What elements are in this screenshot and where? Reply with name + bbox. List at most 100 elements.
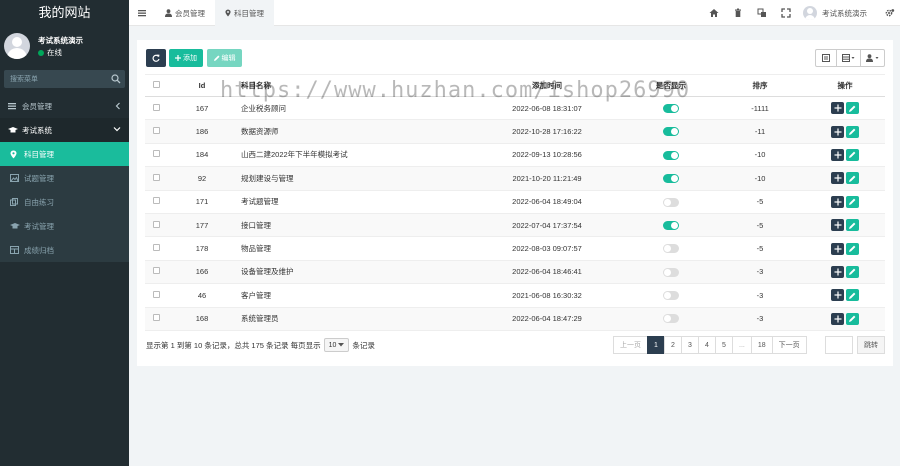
- language-icon[interactable]: [757, 8, 767, 18]
- home-icon[interactable]: [709, 8, 719, 18]
- drag-sort-button[interactable]: [831, 219, 844, 232]
- row-checkbox[interactable]: [152, 220, 160, 228]
- row-edit-button[interactable]: [846, 242, 859, 255]
- tab-subjects[interactable]: 科目管理: [215, 0, 274, 26]
- table-row[interactable]: 171 考试题管理 2022-06-04 18:49:04 -5: [145, 190, 885, 214]
- fullscreen-icon[interactable]: [781, 8, 791, 18]
- drag-sort-button[interactable]: [831, 289, 844, 302]
- row-edit-button[interactable]: [846, 172, 859, 185]
- chevron-left-icon: [115, 102, 120, 110]
- table-row[interactable]: 46 客户管理 2021-06-08 16:30:32 -3: [145, 283, 885, 308]
- show-toggle[interactable]: [663, 244, 679, 254]
- table-row[interactable]: 186 数据资源师 2022-10-28 17:16:22 -11: [145, 119, 885, 144]
- col-sort[interactable]: 排序: [715, 74, 805, 97]
- row-checkbox[interactable]: [152, 197, 160, 205]
- prev-page-button[interactable]: 上一页: [613, 336, 648, 354]
- drag-sort-button[interactable]: [831, 102, 844, 115]
- next-page-button[interactable]: 下一页: [771, 336, 807, 354]
- row-edit-button[interactable]: [846, 289, 859, 302]
- drag-sort-button[interactable]: [831, 125, 844, 138]
- table-row[interactable]: 184 山西二建2022年下半年模拟考试 2022-09-13 10:28:56 -1…: [145, 143, 885, 168]
- show-toggle[interactable]: [663, 197, 679, 207]
- show-toggle[interactable]: [663, 314, 679, 324]
- sidebar-item-practice[interactable]: 自由练习: [0, 190, 129, 214]
- col-show[interactable]: 是否显示: [627, 74, 715, 97]
- table-row[interactable]: 178 物品管理 2022-08-03 09:07:57 -5: [145, 236, 885, 261]
- table-row[interactable]: 177 接口管理 2022-07-04 17:37:54 -5: [145, 213, 885, 238]
- sidebar-search-input[interactable]: [4, 70, 112, 88]
- row-edit-button[interactable]: [846, 265, 859, 278]
- show-toggle[interactable]: [663, 267, 679, 277]
- page-size-select[interactable]: 10: [323, 338, 350, 352]
- arrows-icon: [834, 151, 841, 159]
- page-button[interactable]: 3: [681, 336, 699, 354]
- drag-sort-button[interactable]: [831, 242, 844, 255]
- page-size-value: 10: [328, 341, 337, 349]
- drag-sort-button[interactable]: [831, 195, 844, 208]
- table-row[interactable]: 168 系统管理员 2022-06-04 18:47:29 -3: [145, 307, 885, 331]
- page-button[interactable]: 4: [698, 336, 716, 354]
- gears-icon[interactable]: [885, 8, 895, 18]
- row-edit-button[interactable]: [846, 312, 859, 325]
- page-button[interactable]: 2: [664, 336, 682, 354]
- table-row[interactable]: 166 设备管理及维护 2022-06-04 18:46:41 -3: [145, 260, 885, 285]
- edit-button[interactable]: 编辑: [207, 49, 242, 67]
- cell-name: 系统管理员: [237, 307, 467, 331]
- row-edit-button[interactable]: [846, 219, 859, 232]
- col-id[interactable]: Id: [167, 74, 237, 97]
- hamburger-menu-icon[interactable]: [137, 8, 147, 18]
- jump-page-input[interactable]: [825, 336, 853, 354]
- tab-label: 会员管理: [175, 8, 205, 18]
- show-toggle[interactable]: [663, 103, 679, 113]
- drag-sort-button[interactable]: [831, 172, 844, 185]
- sidebar-item-archive[interactable]: 成绩归档: [0, 238, 129, 262]
- show-toggle[interactable]: [663, 150, 679, 160]
- show-toggle[interactable]: [663, 174, 679, 184]
- tab-members[interactable]: 会员管理: [155, 0, 215, 26]
- row-edit-button[interactable]: [846, 148, 859, 161]
- drag-sort-button[interactable]: [831, 148, 844, 161]
- sidebar-item-questions[interactable]: 试题管理: [0, 166, 129, 190]
- sidebar-item-subjects[interactable]: 科目管理: [0, 142, 129, 166]
- sidebar-item-members[interactable]: 会员管理: [0, 94, 129, 118]
- top-user-menu[interactable]: 考试系统演示: [803, 4, 867, 22]
- trash-icon[interactable]: [733, 8, 743, 18]
- table-tools: [815, 49, 885, 67]
- select-all-checkbox[interactable]: [152, 81, 160, 88]
- show-toggle[interactable]: [663, 291, 679, 301]
- refresh-button[interactable]: [146, 49, 166, 67]
- show-toggle[interactable]: [663, 220, 679, 230]
- jump-button[interactable]: 跳转: [857, 336, 885, 354]
- sidebar-item-exam-system[interactable]: 考试系统: [0, 118, 129, 142]
- row-checkbox[interactable]: [152, 314, 160, 322]
- row-checkbox[interactable]: [152, 173, 160, 181]
- row-checkbox[interactable]: [152, 244, 160, 252]
- row-checkbox[interactable]: [152, 267, 160, 275]
- columns-button[interactable]: [836, 50, 860, 66]
- col-time[interactable]: 添加时间: [467, 74, 627, 97]
- sidebar-item-exams[interactable]: 考试管理: [0, 214, 129, 238]
- table-row[interactable]: 92 规划建设与管理 2021-10-20 11:21:49 -10: [145, 166, 885, 191]
- row-checkbox[interactable]: [152, 290, 160, 298]
- row-edit-button[interactable]: [846, 195, 859, 208]
- table-row[interactable]: 167 企业税务顾问 2022-06-08 18:31:07 -1111: [145, 96, 885, 121]
- col-name[interactable]: 科目名称: [237, 74, 467, 97]
- row-checkbox[interactable]: [152, 103, 160, 111]
- page-button[interactable]: 18: [750, 336, 773, 354]
- row-checkbox[interactable]: [152, 127, 160, 135]
- caret-down-icon: [338, 343, 345, 347]
- cell-name: 考试题管理: [237, 190, 467, 214]
- add-button[interactable]: 添加: [169, 49, 203, 67]
- search-icon[interactable]: [111, 74, 121, 84]
- drag-sort-button[interactable]: [831, 265, 844, 278]
- site-logo[interactable]: 我的网站: [0, 0, 129, 26]
- export-button[interactable]: [816, 50, 836, 66]
- row-checkbox[interactable]: [152, 150, 160, 158]
- row-edit-button[interactable]: [846, 102, 859, 115]
- show-toggle[interactable]: [663, 127, 679, 137]
- page-button[interactable]: 1: [647, 336, 665, 354]
- drag-sort-button[interactable]: [831, 312, 844, 325]
- row-edit-button[interactable]: [846, 125, 859, 138]
- page-button[interactable]: 5: [715, 336, 733, 354]
- search-columns-button[interactable]: [860, 50, 884, 66]
